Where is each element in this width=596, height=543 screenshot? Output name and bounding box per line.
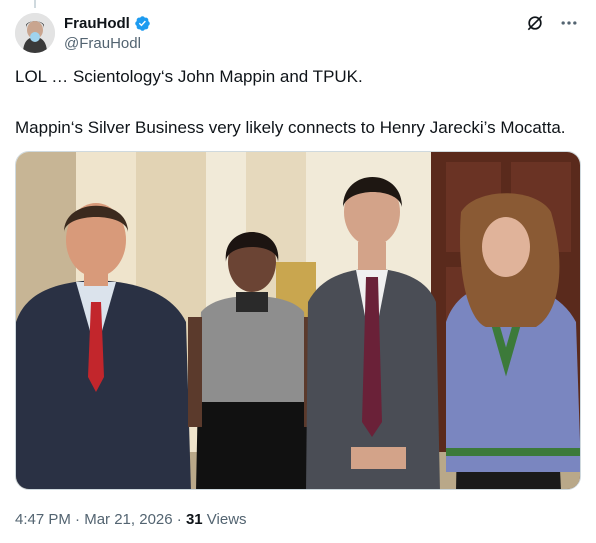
meta-separator-2: · [172, 511, 186, 528]
thread-connector-line [34, 0, 36, 8]
meta-separator-1: · [70, 511, 85, 528]
tweet-text-paragraph-2: Mappin‘s Silver Business very likely con… [15, 117, 585, 139]
views-label: Views [202, 511, 247, 528]
tweet-photo[interactable] [15, 151, 581, 490]
tweet-header: FrauHodl @FrauHodl [15, 11, 585, 55]
tweet-time[interactable]: 4:47 PM [15, 511, 71, 528]
verified-badge-icon [135, 16, 150, 31]
tweet-text-line-1: LOL … Scientology‘s John Mappin and TPUK… [15, 67, 363, 86]
avatar[interactable] [15, 13, 55, 53]
author-display-name[interactable]: FrauHodl [64, 14, 130, 33]
tweet-text: LOL … Scientology‘s John Mappin and TPUK… [15, 66, 585, 88]
author-handle[interactable]: @FrauHodl [64, 34, 151, 54]
tweet-date[interactable]: Mar 21, 2026 [84, 511, 172, 528]
tweet-text-line-2: Mappin‘s Silver Business very likely con… [15, 118, 566, 137]
grok-icon[interactable] [525, 13, 545, 33]
more-options-icon[interactable] [559, 13, 579, 33]
tweet-metadata: 4:47 PM · Mar 21, 2026 · 31 Views [15, 510, 247, 530]
views-count: 31 [185, 511, 203, 528]
photo-illustration [16, 152, 580, 489]
